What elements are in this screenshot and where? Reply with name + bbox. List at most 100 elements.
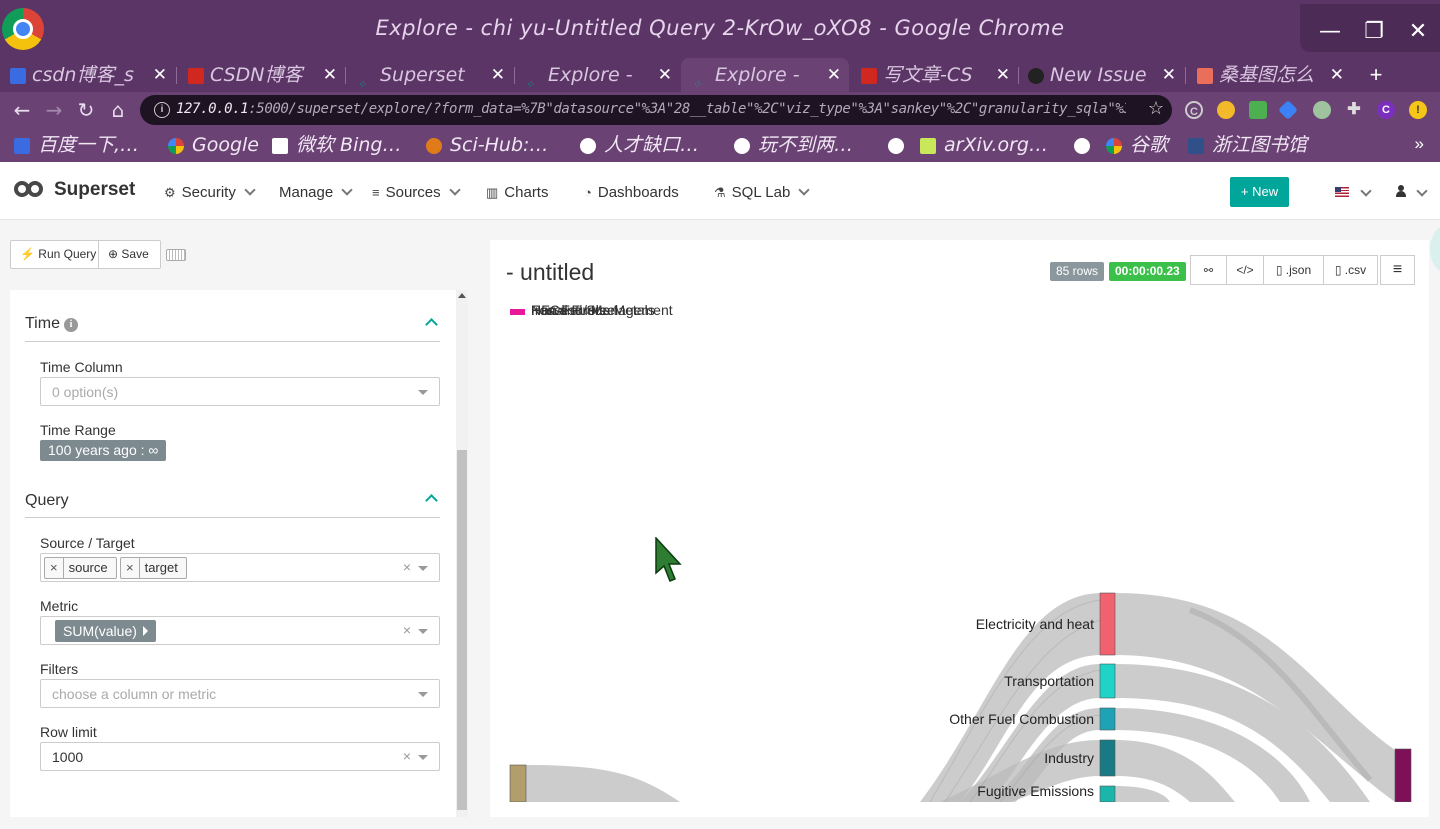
sankey-node[interactable]	[1099, 739, 1116, 777]
minimize-button[interactable]: —	[1316, 18, 1344, 46]
remove-tag-icon[interactable]: ×	[45, 558, 64, 578]
bookmark-bing[interactable]: 微软 Bing…	[272, 133, 401, 157]
remove-tag-icon[interactable]: ×	[121, 558, 140, 578]
sankey-node[interactable]	[1099, 707, 1116, 731]
clear-icon[interactable]: ×	[403, 622, 411, 638]
time-column-select[interactable]: 0 option(s)	[40, 377, 440, 406]
nav-dashboards[interactable]: ◔ Dashboards	[584, 184, 679, 201]
bookmark-google-cn[interactable]: 谷歌	[1106, 133, 1168, 157]
tab-close-icon[interactable]: ✕	[827, 58, 841, 92]
tab-close-icon[interactable]: ✕	[491, 58, 505, 92]
address-bar[interactable]: i 127.0.0.1:5000/superset/explore/?form_…	[140, 95, 1172, 125]
tab-close-icon[interactable]: ✕	[153, 58, 167, 92]
csv-export-button[interactable]: ▯ .csv	[1323, 255, 1378, 285]
nav-charts[interactable]: ▥ Charts	[486, 184, 548, 201]
metric-select[interactable]: SUM(value) ×	[40, 616, 440, 645]
user-dropdown[interactable]	[1416, 185, 1428, 203]
tab-csdn-blog[interactable]: csdn博客_s ✕	[10, 58, 175, 92]
bookmark-scihub[interactable]: Sci-Hub:…	[426, 133, 548, 157]
profile-avatar-icon[interactable]: C	[1377, 101, 1395, 119]
nav-sql-lab[interactable]: ⚗ SQL Lab	[714, 184, 810, 201]
extension-circle-icon[interactable]	[1313, 101, 1331, 119]
section-time-title[interactable]: Time i	[25, 315, 78, 333]
tab-close-icon[interactable]: ✕	[658, 58, 672, 92]
superset-brand[interactable]: Superset	[14, 179, 135, 201]
legend-item[interactable]: Non-Ferrous Metals	[531, 302, 655, 318]
home-button[interactable]: ⌂	[106, 96, 130, 124]
keyboard-icon[interactable]	[166, 249, 186, 261]
extension-icon[interactable]	[1249, 101, 1267, 119]
tab-separator	[345, 67, 346, 84]
tab-csdn[interactable]: CSDN博客 ✕	[180, 58, 345, 92]
user-icon[interactable]	[1396, 185, 1406, 197]
bookmark-baidu[interactable]: 百度一下,…	[14, 133, 139, 157]
sankey-node[interactable]	[509, 764, 527, 802]
clear-icon[interactable]: ×	[403, 559, 411, 575]
info-icon[interactable]: i	[63, 318, 78, 332]
tab-write-article[interactable]: 写文章-CS ✕	[853, 58, 1018, 92]
nav-sources[interactable]: ≡ Sources	[372, 184, 461, 201]
tab-explore-active[interactable]: ⁘ Explore - ✕	[681, 58, 849, 92]
bookmark-globe-2[interactable]	[1074, 133, 1098, 157]
tab-close-icon[interactable]: ✕	[323, 58, 337, 92]
extension-c-icon[interactable]: C	[1185, 101, 1203, 119]
tab-superset[interactable]: ⁘ Superset ✕	[350, 58, 513, 92]
nav-manage[interactable]: Manage	[279, 184, 353, 201]
forward-button[interactable]: →	[42, 96, 66, 124]
scrollbar-thumb[interactable]	[457, 450, 467, 810]
bookmark-talent-gap[interactable]: 人才缺口…	[580, 133, 699, 157]
extension-diamond-icon[interactable]	[1278, 100, 1298, 120]
tab-new-issue[interactable]: New Issue ✕	[1022, 58, 1184, 92]
tab-close-icon[interactable]: ✕	[996, 58, 1010, 92]
embed-button[interactable]: </>	[1226, 255, 1264, 285]
json-export-button[interactable]: ▯ .json	[1263, 255, 1324, 285]
language-dropdown[interactable]	[1360, 185, 1372, 203]
side-handle[interactable]	[1430, 226, 1440, 272]
us-flag-icon[interactable]	[1335, 187, 1349, 197]
source-tag[interactable]: × source	[44, 557, 117, 579]
filters-select[interactable]: choose a column or metric	[40, 679, 440, 708]
run-query-button[interactable]: ⚡ Run Query	[10, 240, 99, 269]
new-button[interactable]: + New	[1230, 177, 1289, 207]
save-button[interactable]: ⊕ Save	[98, 240, 161, 269]
site-info-icon[interactable]: i	[154, 102, 170, 118]
time-range-value[interactable]: 100 years ago : ∞	[40, 440, 167, 461]
tab-explore-1[interactable]: ⁘ Explore - ✕	[518, 58, 680, 92]
close-window-button[interactable]: ✕	[1404, 18, 1432, 46]
sankey-node[interactable]	[1394, 748, 1412, 802]
tab-close-icon[interactable]: ✕	[1162, 58, 1176, 92]
bookmark-google[interactable]: Google	[168, 133, 259, 157]
sankey-node[interactable]	[1099, 592, 1116, 656]
link-button[interactable]: ⚯	[1190, 255, 1227, 285]
lightbulb-icon[interactable]	[1217, 101, 1235, 119]
nav-security[interactable]: ⚙ Security	[164, 184, 256, 201]
clear-icon[interactable]: ×	[403, 748, 411, 764]
target-tag[interactable]: × target	[120, 557, 187, 579]
puzzle-icon[interactable]: ✚	[1345, 101, 1363, 119]
sankey-node[interactable]	[1099, 785, 1116, 802]
bookmark-play[interactable]: 玩不到两…	[734, 133, 853, 157]
divider	[25, 341, 440, 342]
bookmark-globe[interactable]	[888, 133, 912, 157]
section-query-title[interactable]: Query	[25, 492, 69, 510]
metric-tag[interactable]: SUM(value)	[55, 620, 156, 642]
chart-title[interactable]: - untitled	[506, 259, 594, 286]
scroll-up-arrow-icon[interactable]	[458, 293, 466, 298]
bookmarks-more-button[interactable]: »	[1415, 134, 1424, 154]
alert-icon[interactable]: !	[1409, 101, 1427, 119]
tab-sankey-howto[interactable]: 桑基图怎么 ✕	[1189, 58, 1352, 92]
source-target-select[interactable]: × source × target ×	[40, 553, 440, 582]
bookmark-zj-library[interactable]: 浙江图书馆	[1188, 133, 1307, 157]
row-limit-select[interactable]: 1000 ×	[40, 742, 440, 771]
bookmark-arxiv[interactable]: arXiv.org…	[920, 133, 1048, 157]
reload-button[interactable]: ↻	[74, 96, 98, 124]
sankey-node[interactable]	[1099, 663, 1116, 699]
menu-button[interactable]: ≡	[1380, 255, 1415, 285]
tab-close-icon[interactable]: ✕	[1330, 58, 1344, 92]
bookmark-star-icon[interactable]: ☆	[1148, 98, 1164, 119]
maximize-button[interactable]: ❐	[1360, 18, 1388, 46]
superset-icon: ⁘	[526, 77, 536, 91]
new-tab-button[interactable]: +	[1366, 58, 1386, 92]
back-button[interactable]: ←	[10, 96, 34, 124]
dropdown-arrow-icon	[418, 390, 428, 395]
